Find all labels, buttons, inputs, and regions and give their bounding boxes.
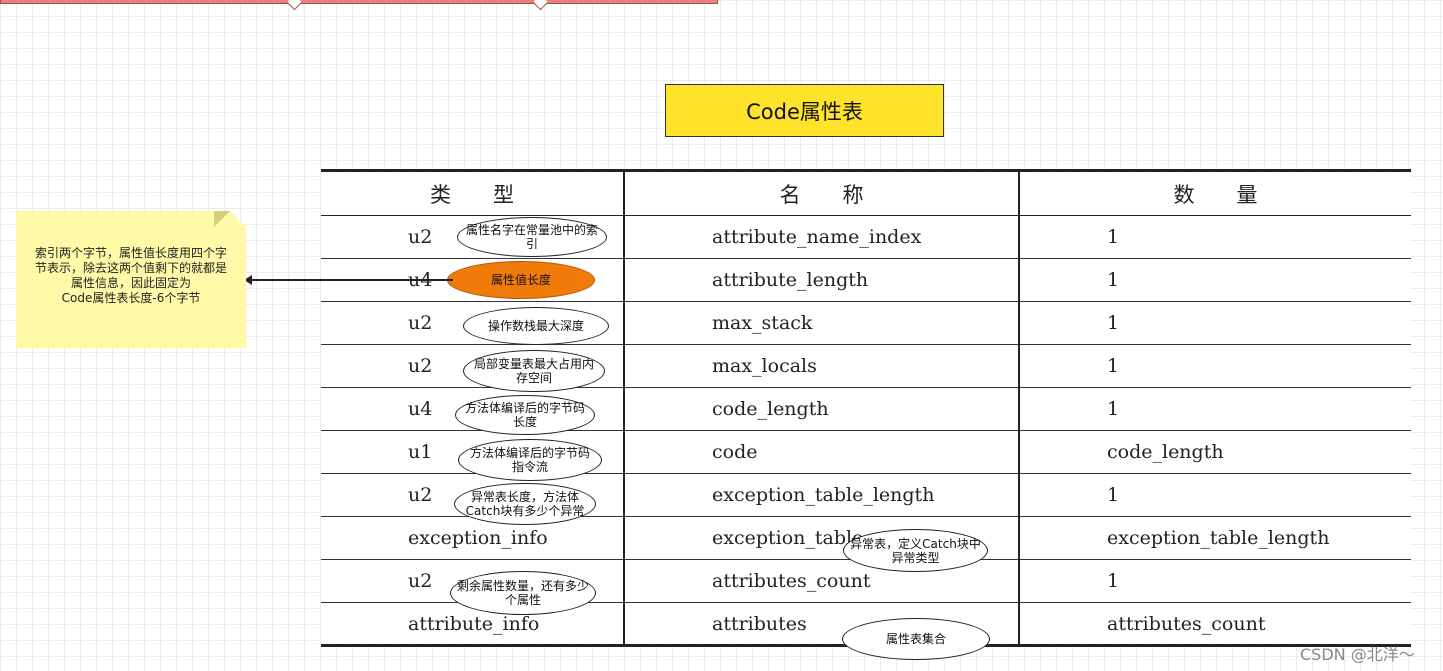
callout-attributes-count[interactable]: 剩余属性数量，还有多少个属性: [450, 571, 596, 615]
name-cell: max_locals: [624, 344, 1020, 388]
top-shape-bar: [0, 0, 718, 11]
note-line: Code属性表长度-6个字节: [61, 291, 201, 305]
header-type: 类 型: [321, 170, 625, 216]
callout-attribute-name-index[interactable]: 属性名字在常量池中的索引: [457, 217, 607, 257]
count-cell: 1: [1019, 301, 1411, 345]
count-cell: 1: [1019, 344, 1411, 388]
name-cell: code_length: [624, 387, 1020, 431]
header-name: 名 称: [624, 170, 1020, 216]
callout-exception-table-length[interactable]: 异常表长度，方法体Catch块有多少个异常: [454, 483, 596, 525]
note-line: 索引两个字节，属性值长度用四个字: [34, 246, 227, 260]
watermark: CSDN @北洋～: [1300, 645, 1415, 664]
name-cell: code: [624, 430, 1020, 474]
note-line: 属性信息，因此固定为: [70, 276, 191, 290]
count-cell: 1: [1019, 258, 1411, 302]
callout-code[interactable]: 方法体编译后的字节码指令流: [458, 439, 602, 481]
note-fold-corner: [214, 211, 230, 227]
connector-line: [248, 279, 453, 281]
header-count: 数 量: [1019, 170, 1411, 216]
callout-max-stack[interactable]: 操作数栈最大深度: [463, 307, 609, 345]
count-cell: 1: [1019, 215, 1411, 259]
count-cell: attributes_count: [1019, 602, 1411, 646]
count-cell: code_length: [1019, 430, 1411, 474]
note-line: 节表示，除去这两个值剩下的就都是: [34, 261, 227, 275]
type-cell: exception_info: [321, 516, 625, 560]
count-cell: 1: [1019, 559, 1411, 603]
name-cell: attribute_length: [624, 258, 1020, 302]
connector-notch: [286, 0, 303, 11]
name-cell: exception_table_length: [624, 473, 1020, 517]
count-cell: 1: [1019, 387, 1411, 431]
count-cell: exception_table_length: [1019, 516, 1411, 560]
callout-code-length[interactable]: 方法体编译后的字节码长度: [455, 395, 595, 435]
table-header-row: 类 型 名 称 数 量: [321, 170, 1411, 216]
diagram-title[interactable]: Code属性表: [665, 84, 944, 137]
callout-attribute-length[interactable]: 属性值长度: [447, 261, 595, 299]
sticky-note[interactable]: 索引两个字节，属性值长度用四个字 节表示，除去这两个值剩下的就都是 属性信息，因…: [16, 211, 246, 348]
name-cell: attribute_name_index: [624, 215, 1020, 259]
callout-max-locals[interactable]: 局部变量表最大占用内存空间: [463, 350, 605, 392]
count-cell: 1: [1019, 473, 1411, 517]
connector-notch: [532, 0, 549, 11]
name-cell: max_stack: [624, 301, 1020, 345]
callout-attributes[interactable]: 属性表集合: [842, 618, 990, 660]
callout-exception-table[interactable]: 异常表，定义Catch块中异常类型: [843, 529, 988, 572]
